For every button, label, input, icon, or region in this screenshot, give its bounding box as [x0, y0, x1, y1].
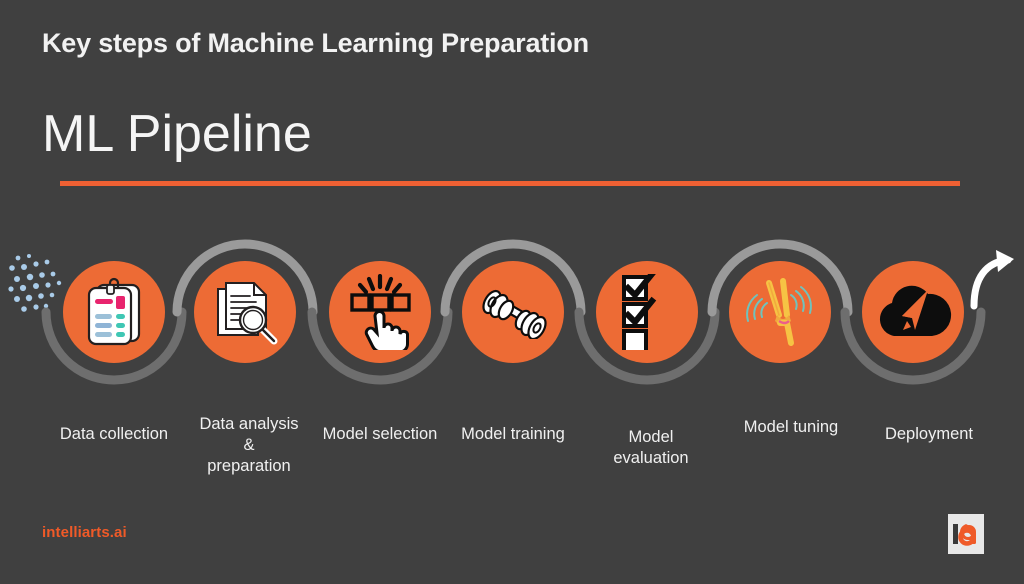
step-circle-6[interactable]	[729, 261, 831, 363]
page-title: ML Pipeline	[42, 105, 312, 163]
select-option-hand-icon	[347, 274, 413, 350]
step-label-4: Model training	[461, 425, 565, 443]
step-label-7: Deployment	[884, 425, 974, 443]
curved-arrow-icon	[968, 248, 1020, 310]
step-circle-7[interactable]	[862, 261, 964, 363]
step-label-3: Model selection	[322, 425, 438, 443]
step-label-6: Model tuning	[743, 418, 839, 436]
checklist-icon	[621, 274, 673, 350]
slide-canvas: Key steps of Machine Learning Preparatio…	[0, 0, 1024, 584]
pipeline-diagram	[0, 228, 1024, 408]
intelliarts-logo	[948, 514, 984, 554]
data-particles-icon	[8, 252, 68, 322]
brand-wordmark[interactable]: intelliarts.ai	[42, 524, 127, 541]
step-circle-5[interactable]	[596, 261, 698, 363]
step-circle-2[interactable]	[194, 261, 296, 363]
step-circle-4[interactable]	[462, 261, 564, 363]
pipeline-labels: Data collection Data analysis & preparat…	[0, 415, 1024, 508]
title-underline-divider	[60, 181, 960, 186]
dumbbell-icon	[478, 285, 548, 339]
document-search-icon	[212, 279, 278, 345]
step-label-2: Data analysis & preparation	[199, 415, 299, 475]
cloud-upload-icon	[874, 282, 952, 342]
step-circle-3[interactable]	[329, 261, 431, 363]
step-circle-1[interactable]	[63, 261, 165, 363]
tuning-fork-icon	[743, 275, 817, 349]
step-label-5: Model evaluation	[613, 428, 689, 467]
slide-kicker: Key steps of Machine Learning Preparatio…	[42, 28, 589, 58]
clipboard-icon	[83, 277, 145, 347]
